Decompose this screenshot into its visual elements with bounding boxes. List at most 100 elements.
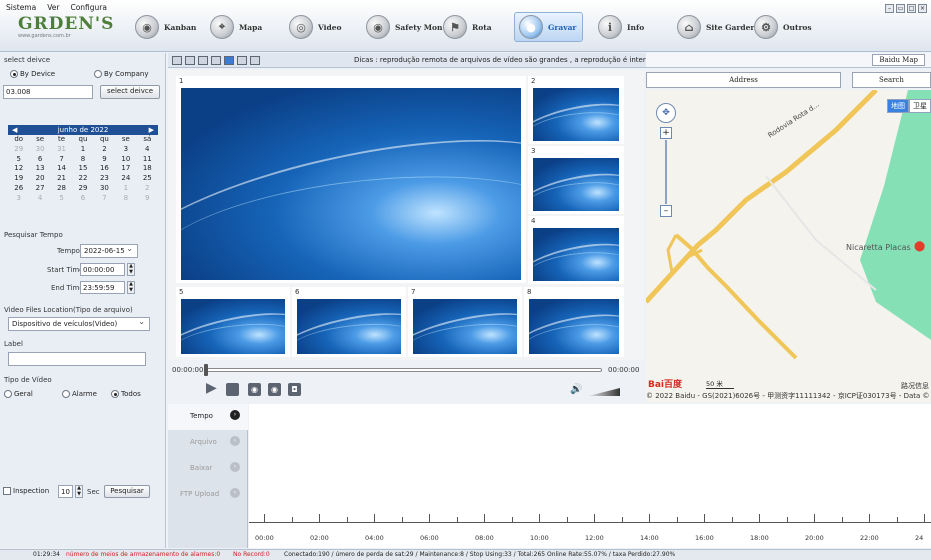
calendar-day[interactable]: 29 — [8, 145, 29, 155]
layout-4-icon[interactable] — [185, 56, 195, 65]
calendar-day[interactable]: 7 — [51, 155, 72, 165]
calendar-day[interactable]: 24 — [115, 174, 136, 184]
layout-16-icon[interactable] — [237, 56, 247, 65]
close-icon[interactable]: × — [918, 4, 927, 13]
video-cell[interactable]: 4 — [528, 216, 624, 284]
calendar-day[interactable]: 14 — [51, 164, 72, 174]
by-company-radio[interactable]: By Company — [94, 70, 148, 78]
calendar-day[interactable]: 28 — [51, 184, 72, 194]
pan-control-icon[interactable]: ✥ — [656, 103, 676, 123]
menu-sistema[interactable]: Sistema — [6, 3, 36, 12]
video-cell[interactable]: 2 — [528, 76, 624, 144]
calendar-day[interactable]: 29 — [72, 184, 93, 194]
nav-gravar[interactable]: ● Gravar — [514, 12, 584, 42]
type-todos-radio[interactable]: Todos — [111, 390, 141, 398]
calendar-day[interactable]: 19 — [8, 174, 29, 184]
by-device-radio[interactable]: By Device — [10, 70, 55, 78]
snapshot-icon[interactable]: ◘ — [288, 383, 301, 396]
record-clip-icon[interactable]: ◉ — [268, 383, 281, 396]
type-alarme-radio[interactable]: Alarme — [62, 390, 97, 398]
files-location-select[interactable]: Dispositivo de veículos(Video) — [8, 317, 150, 331]
calendar-day[interactable]: 20 — [29, 174, 50, 184]
restore-icon[interactable]: ▭ — [896, 4, 905, 13]
nav-kanban[interactable]: ◉ Kanban — [135, 12, 196, 42]
calendar-day[interactable]: 3 — [8, 194, 29, 204]
calendar-day[interactable]: 5 — [51, 194, 72, 204]
nav-video[interactable]: ◎ Video — [289, 12, 342, 42]
capture-icon[interactable]: ◉ — [248, 383, 261, 396]
video-cell[interactable]: 6 — [292, 287, 406, 357]
location-pin-icon[interactable]: ⬤ — [914, 241, 925, 252]
play-icon[interactable]: ▶ — [206, 380, 217, 396]
zoom-slider[interactable] — [665, 140, 667, 204]
volume-slider[interactable] — [588, 388, 620, 396]
nav-mapa[interactable]: ⌖ Mapa — [210, 12, 262, 42]
calendar-day[interactable]: 9 — [94, 155, 115, 165]
calendar-day[interactable]: 6 — [72, 194, 93, 204]
traffic-info-button[interactable]: 路况信息 — [901, 381, 929, 391]
inspection-seconds-field[interactable]: 10 — [58, 485, 73, 498]
tab-arquivo[interactable]: Arquivo › — [168, 430, 248, 456]
map-view[interactable]: ✥ + – 地图 卫星 Rodovia Rota d... Nicaretta … — [646, 90, 931, 402]
type-geral-radio[interactable]: Geral — [4, 390, 33, 398]
map-search-button[interactable]: Search — [852, 72, 931, 88]
calendar-day[interactable]: 8 — [72, 155, 93, 165]
nav-safety-mon[interactable]: ◉ Safety Mon — [366, 12, 442, 42]
next-month-icon[interactable]: ▶ — [149, 126, 154, 134]
video-cell[interactable]: 5 — [176, 287, 290, 357]
timeline-area[interactable]: 00:00 02:00 04:00 06:00 08:00 10:00 12:00 14:00… — [249, 404, 931, 548]
calendar-day[interactable]: 5 — [8, 155, 29, 165]
end-time-field[interactable]: 23:59:59 — [80, 281, 125, 294]
calendar-day[interactable]: 22 — [72, 174, 93, 184]
layout-6-icon[interactable] — [198, 56, 208, 65]
nav-outros[interactable]: ⚙ Outros — [754, 12, 812, 42]
calendar-day[interactable]: 9 — [137, 194, 158, 204]
calendar-day[interactable]: 15 — [72, 164, 93, 174]
device-field[interactable]: 03.008 — [3, 85, 93, 99]
video-cell[interactable]: 7 — [408, 287, 522, 357]
calendar-day[interactable]: 2 — [137, 184, 158, 194]
start-time-field[interactable]: 00:00:00 — [80, 263, 125, 276]
video-cell[interactable]: 8 — [524, 287, 624, 357]
inspection-stepper[interactable]: ▲ ▼ — [75, 485, 83, 498]
nav-rota[interactable]: ⚑ Rota — [443, 12, 492, 42]
zoom-out-icon[interactable]: – — [660, 205, 672, 217]
fullscreen-icon[interactable] — [250, 56, 260, 65]
calendar-day[interactable]: 10 — [115, 155, 136, 165]
calendar-day[interactable]: 30 — [94, 184, 115, 194]
calendar-day[interactable]: 27 — [29, 184, 50, 194]
tempo-select[interactable]: 2022-06-15 — [80, 244, 138, 258]
video-cell[interactable]: 1 — [176, 76, 526, 283]
nav-site-garder[interactable]: ⌂ Site Garder — [677, 12, 754, 42]
select-device-button[interactable]: select deivce — [100, 85, 160, 99]
menu-configura[interactable]: Configura — [70, 3, 107, 12]
start-time-stepper[interactable]: ▲ ▼ — [127, 263, 135, 276]
stop-icon[interactable] — [226, 383, 239, 396]
tab-ftp-upload[interactable]: FTP Upload › — [168, 482, 248, 508]
calendar-day[interactable]: 8 — [115, 194, 136, 204]
end-time-stepper[interactable]: ▲ ▼ — [127, 281, 135, 294]
zoom-in-icon[interactable]: + — [660, 127, 672, 139]
calendar-day[interactable]: 26 — [8, 184, 29, 194]
inspection-checkbox[interactable] — [3, 487, 11, 495]
search-button[interactable]: Pesquisar — [104, 485, 150, 498]
calendar-day[interactable]: 16 — [94, 164, 115, 174]
tab-baixar[interactable]: Baixar › — [168, 456, 248, 482]
tab-tempo[interactable]: Tempo › — [168, 404, 248, 430]
calendar-day[interactable]: 17 — [115, 164, 136, 174]
calendar-day[interactable]: 3 — [115, 145, 136, 155]
calendar-day[interactable]: 6 — [29, 155, 50, 165]
layout-9-icon[interactable] — [224, 56, 234, 65]
calendar-day[interactable]: 21 — [51, 174, 72, 184]
calendar-day[interactable]: 31 — [51, 145, 72, 155]
calendar-day[interactable]: 1 — [72, 145, 93, 155]
menu-ver[interactable]: Ver — [47, 3, 59, 12]
playback-slider[interactable] — [206, 368, 602, 372]
map-type-map[interactable]: 地图 — [887, 99, 909, 113]
layout-1-icon[interactable] — [172, 56, 182, 65]
nav-info[interactable]: i Info — [598, 12, 644, 42]
calendar-day[interactable]: 12 — [8, 164, 29, 174]
calendar-day[interactable]: 2 — [94, 145, 115, 155]
calendar-day[interactable]: 4 — [29, 194, 50, 204]
calendar-day[interactable]: 30 — [29, 145, 50, 155]
